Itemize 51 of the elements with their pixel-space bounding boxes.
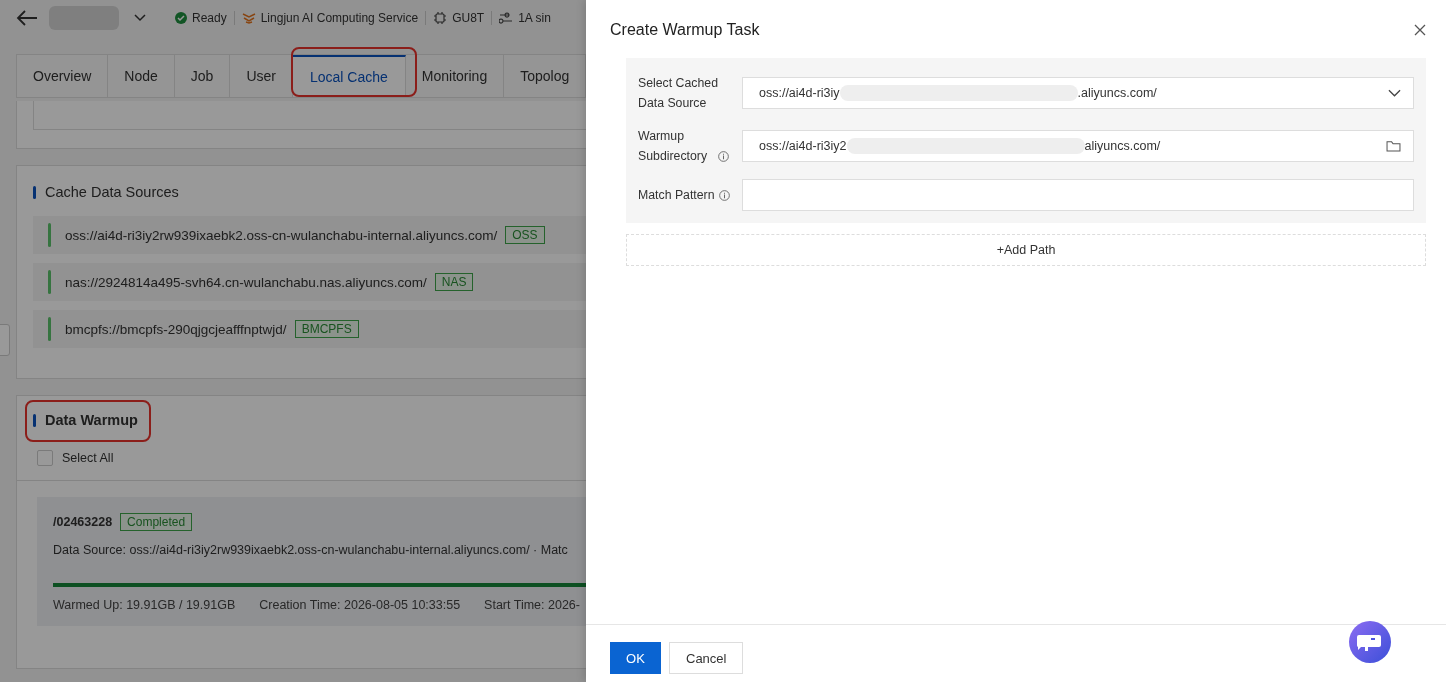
chevron-down-icon	[1388, 89, 1401, 97]
chip-icon	[433, 11, 448, 25]
checkbox[interactable]	[37, 450, 53, 466]
close-icon[interactable]	[1414, 24, 1426, 36]
checkbox-label[interactable]: Select All	[62, 451, 114, 465]
field-label: Match Pattern	[638, 187, 715, 204]
tab[interactable]: Overview	[17, 55, 109, 97]
input-field[interactable]	[742, 179, 1414, 211]
input-field[interactable]: oss://ai4d-ri3iy2 aliyuncs.com/	[742, 130, 1414, 162]
value-text: aliyuncs.com/	[1084, 139, 1161, 153]
service-name: Lingjun AI Computing Service	[260, 11, 419, 25]
tab[interactable]: Job	[174, 55, 231, 97]
section-title: Data Warmup	[45, 412, 138, 428]
status-text: Ready	[192, 11, 227, 25]
value-text: .aliyuncs.com/	[1077, 86, 1157, 100]
value-text: oss://ai4d-ri3iy	[759, 86, 840, 100]
task-source: Data Source: oss://ai4d-ri3iy2rw939ixaebk2.oss-cn-wulanchabu-internal.aliyuncs.com/ · Matc	[53, 543, 569, 557]
chevron-down-icon[interactable]	[134, 14, 146, 22]
network-icon	[499, 11, 514, 25]
spec-text: 1A sin	[518, 11, 551, 25]
tab[interactable]: Local Cache	[292, 55, 406, 97]
source-url: oss://ai4d-ri3iy2rw939ixaebk2.oss-cn-wulanchabu-internal.aliyuncs.com/	[65, 227, 498, 243]
source-tag: OSS	[505, 226, 545, 244]
source-url: nas://2924814a495-svh64.cn-wulanchabu.nas.aliyuncs.com/	[65, 274, 427, 290]
drawer-title: Create Warmup Task	[610, 21, 760, 39]
tab[interactable]: Node	[108, 55, 175, 97]
tab[interactable]: User	[230, 55, 293, 97]
chat-bot-icon[interactable]	[1349, 621, 1391, 663]
creation-time: Creation Time: 2026-08-05 10:33:55	[259, 598, 461, 612]
ok-button[interactable]: OK	[610, 642, 661, 674]
tab[interactable]: Monitoring	[405, 55, 505, 97]
field-label: Select Cached Data Source	[638, 75, 719, 112]
source-url: bmcpfs://bmcpfs-290qjgcjeafffnptwjd/	[65, 321, 287, 337]
collapse-handle[interactable]	[0, 324, 10, 356]
back-arrow-icon[interactable]	[16, 10, 38, 26]
cancel-button[interactable]: Cancel	[669, 642, 744, 674]
select-field[interactable]: oss://ai4d-ri3iy .aliyuncs.com/	[742, 77, 1414, 109]
check-circle-icon	[175, 12, 187, 24]
field-label: Warmup Subdirectory	[638, 128, 709, 165]
warmed-size: Warmed Up: 19.91GB / 19.91GB	[53, 598, 236, 612]
source-tag: BMCPFS	[294, 320, 359, 338]
service-logo-icon	[241, 12, 256, 24]
start-time: Start Time: 2026-	[484, 598, 580, 612]
status-tag: Completed	[120, 513, 193, 531]
task-path: /02463228	[53, 515, 113, 529]
folder-icon[interactable]	[1386, 140, 1401, 152]
gpu-type: GU8T	[452, 11, 485, 25]
value-text: oss://ai4d-ri3iy2	[759, 139, 847, 153]
section-title: Cache Data Sources	[45, 184, 179, 200]
source-tag: NAS	[434, 273, 474, 291]
add-path-button[interactable]: +Add Path	[626, 234, 1426, 266]
